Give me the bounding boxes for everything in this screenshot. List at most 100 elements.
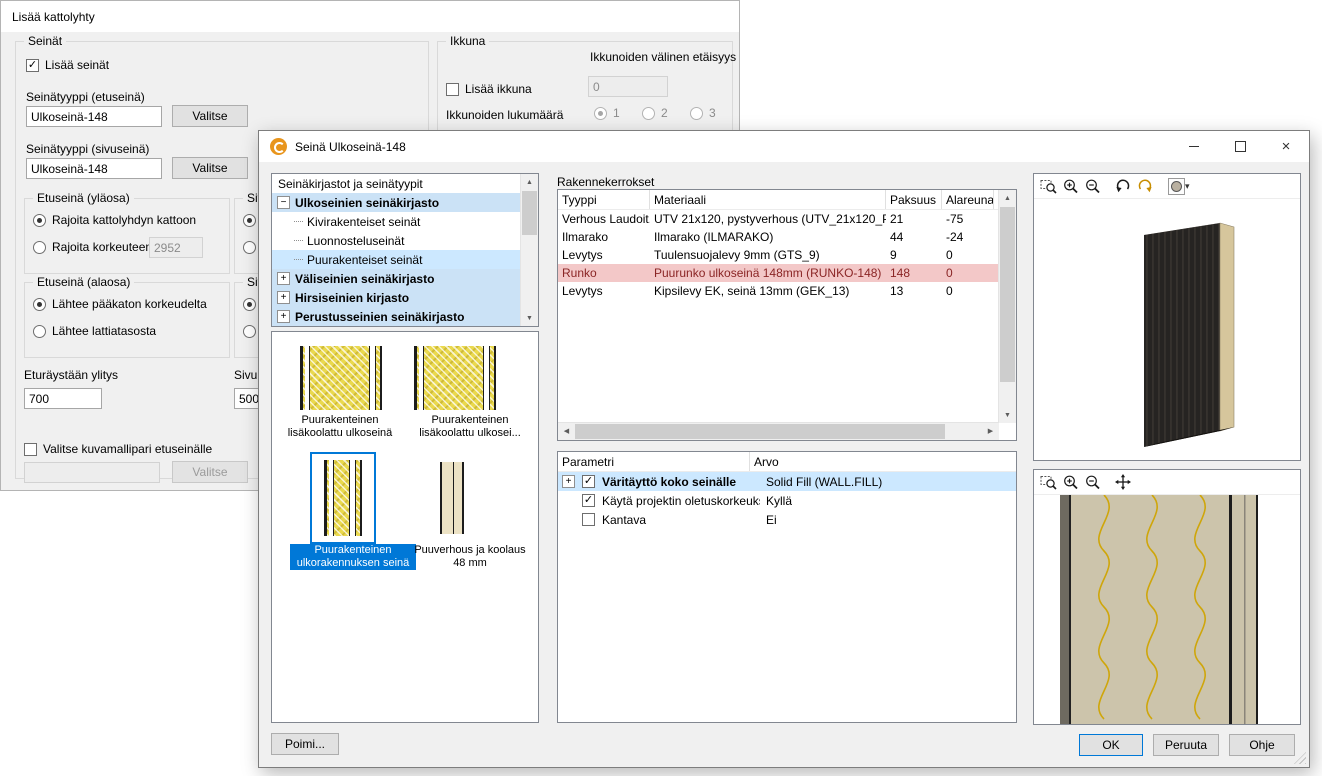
tree-item-log-library[interactable]: + Hirsiseinien kirjasto	[272, 288, 521, 307]
maximize-button[interactable]	[1217, 131, 1263, 162]
col-parameter[interactable]: Parametri	[558, 452, 750, 471]
tree-item-stone-walls[interactable]: Kivirakenteiset seinät	[272, 212, 521, 231]
wall-thumbnail-1[interactable]	[300, 346, 382, 410]
scroll-down-icon[interactable]: ▼	[999, 407, 1016, 423]
add-window-checkbox-row[interactable]: Lisää ikkuna	[446, 82, 532, 96]
window-count-label: Ikkunoiden lukumäärä	[446, 108, 563, 122]
col-bottom[interactable]: Alareuna	[942, 190, 994, 209]
col-type[interactable]: Tyyppi	[558, 190, 650, 209]
zoom-window-icon[interactable]	[1038, 472, 1058, 492]
param-fill-checkbox[interactable]: ✓	[582, 475, 595, 488]
param-value: Kyllä	[760, 494, 792, 508]
zoom-in-icon[interactable]	[1060, 176, 1080, 196]
side-top-option1-radio[interactable]	[243, 214, 256, 227]
zoom-out-icon[interactable]	[1082, 176, 1102, 196]
render-mode-dropdown-icon[interactable]: ▾	[1185, 181, 1190, 192]
front-wall-type-input[interactable]	[26, 106, 162, 127]
scroll-up-icon[interactable]: ▲	[999, 190, 1016, 206]
layer-row-selected[interactable]: Runko Puurunko ulkoseinä 148mm (RUNKO-14…	[558, 264, 1016, 282]
tree-item-sketch-walls[interactable]: Luonnosteluseinät	[272, 231, 521, 250]
scroll-left-icon[interactable]: ◀	[558, 423, 575, 439]
wall-thumbnail-2-label[interactable]: Puurakenteinen lisäkoolattu ulkosei...	[408, 414, 532, 440]
param-row-loadbearing[interactable]: Kantava Ei	[558, 510, 1016, 529]
pan-icon[interactable]	[1113, 472, 1133, 492]
layer-row[interactable]: Levytys Tuulensuojalevy 9mm (GTS_9) 9 0 …	[558, 246, 1016, 264]
layers-vscrollbar[interactable]: ▲ ▼	[998, 190, 1016, 423]
layers-hscrollbar[interactable]: ◀ ▶	[558, 422, 999, 440]
side-bottom-option1-radio[interactable]	[243, 298, 256, 311]
col-thickness[interactable]: Paksuus	[886, 190, 942, 209]
ok-button[interactable]: OK	[1079, 734, 1143, 756]
zoom-out-icon[interactable]	[1082, 472, 1102, 492]
render-mode-icon[interactable]	[1166, 176, 1186, 196]
side-wall-choose-button[interactable]: Valitse	[172, 157, 248, 179]
rotate-cw-icon[interactable]	[1135, 176, 1155, 196]
resize-grip[interactable]	[1294, 752, 1306, 764]
side-top-option2-radio[interactable]	[243, 241, 256, 254]
tree-guide	[294, 240, 303, 241]
param-expand-icon[interactable]: +	[562, 475, 575, 488]
expand-icon[interactable]: +	[277, 310, 290, 323]
param-row-default-heights[interactable]: ✓ Käytä projektin oletuskorkeuksia Kyllä	[558, 491, 1016, 510]
cancel-button[interactable]: Peruuta	[1153, 734, 1219, 756]
add-window-checkbox[interactable]	[446, 83, 459, 96]
zoom-in-icon[interactable]	[1060, 472, 1080, 492]
preview-2d-view[interactable]	[1034, 495, 1300, 724]
pick-button[interactable]: Poimi...	[271, 733, 339, 755]
rotate-ccw-icon[interactable]	[1113, 176, 1133, 196]
wall-thumbnail-4-label[interactable]: Puuverhous ja koolaus 48 mm	[408, 544, 532, 570]
pattern-pair-checkbox[interactable]	[24, 443, 37, 456]
expand-icon[interactable]: +	[277, 291, 290, 304]
limit-to-height-radio[interactable]	[33, 241, 46, 254]
close-button[interactable]: ×	[1263, 131, 1309, 162]
scroll-up-icon[interactable]: ▲	[521, 174, 538, 190]
tree-item-partition-library[interactable]: + Väliseinien seinäkirjasto	[272, 269, 521, 288]
wall-thumbnail-3-label[interactable]: Puurakenteinen ulkorakennuksen seinä	[290, 544, 416, 570]
tree-item-wood-walls[interactable]: Puurakenteiset seinät	[272, 250, 521, 269]
param-row-fill[interactable]: + ✓ Väritäyttö koko seinälle Solid Fill …	[558, 472, 1016, 491]
collapse-icon[interactable]: −	[277, 196, 290, 209]
layers-vscroll-thumb[interactable]	[1000, 207, 1015, 382]
tree-scrollbar[interactable]: ▲ ▼	[520, 174, 538, 326]
param-loadbearing-checkbox[interactable]	[582, 513, 595, 526]
wall-dialog-titlebar[interactable]: Seinä Ulkoseinä-148	[259, 131, 1309, 162]
help-button[interactable]: Ohje	[1229, 734, 1295, 756]
tree-root[interactable]: Seinäkirjastot ja seinätyypit	[272, 174, 521, 193]
zoom-window-icon[interactable]	[1038, 176, 1058, 196]
add-walls-checkbox[interactable]: ✓	[26, 59, 39, 72]
minimize-button[interactable]	[1171, 131, 1217, 162]
layers-hscroll-thumb[interactable]	[575, 424, 945, 439]
tree-item-exterior-library[interactable]: − Ulkoseinien seinäkirjasto	[272, 193, 521, 212]
start-from-floor-radio-row[interactable]: Lähtee lattiatasosta	[33, 324, 156, 338]
tree-item-foundation-library[interactable]: + Perustusseinien seinäkirjasto	[272, 307, 521, 326]
limit-to-roof-radio-row[interactable]: Rajoita kattolyhdyn kattoon	[33, 213, 196, 227]
tree-guide	[294, 221, 303, 222]
layer-row[interactable]: Levytys Kipsilevy EK, seinä 13mm (GEK_13…	[558, 282, 1016, 300]
layer-row[interactable]: Ilmarako Ilmarako (ILMARAKO) 44 -24 2952	[558, 228, 1016, 246]
wall-thumbnail-3-selected[interactable]	[310, 452, 376, 544]
side-bottom-option2-radio[interactable]	[243, 325, 256, 338]
wall-thumbnail-2[interactable]	[414, 346, 496, 410]
tree-scroll-thumb[interactable]	[522, 191, 537, 235]
front-eaves-input[interactable]	[24, 388, 102, 409]
layer-row[interactable]: Verhous Laudoit... UTV 21x120, pystyverh…	[558, 210, 1016, 228]
param-heights-checkbox[interactable]: ✓	[582, 494, 595, 507]
scroll-down-icon[interactable]: ▼	[521, 310, 538, 326]
start-from-floor-radio[interactable]	[33, 325, 46, 338]
start-from-roof-radio-row[interactable]: Lähtee pääkaton korkeudelta	[33, 297, 207, 311]
scroll-right-icon[interactable]: ▶	[982, 423, 999, 439]
preview-3d-view[interactable]	[1034, 199, 1300, 460]
wall-thumbnail-4[interactable]	[440, 462, 464, 534]
expand-icon[interactable]: +	[277, 272, 290, 285]
side-wall-type-input[interactable]	[26, 158, 162, 179]
add-walls-checkbox-row[interactable]: ✓ Lisää seinät	[26, 58, 109, 72]
col-material[interactable]: Materiaali	[650, 190, 886, 209]
add-dormer-titlebar[interactable]: Lisää kattolyhty	[1, 1, 739, 32]
start-from-roof-radio[interactable]	[33, 298, 46, 311]
front-wall-choose-button[interactable]: Valitse	[172, 105, 248, 127]
pattern-pair-checkbox-row[interactable]: Valitse kuvamallipari etuseinälle	[24, 442, 212, 456]
limit-to-height-radio-row[interactable]: Rajoita korkeuteen:	[33, 240, 155, 254]
limit-to-roof-radio[interactable]	[33, 214, 46, 227]
col-value[interactable]: Arvo	[750, 452, 1016, 471]
wall-thumbnail-1-label[interactable]: Puurakenteinen lisäkoolattu ulkoseinä	[278, 414, 402, 440]
